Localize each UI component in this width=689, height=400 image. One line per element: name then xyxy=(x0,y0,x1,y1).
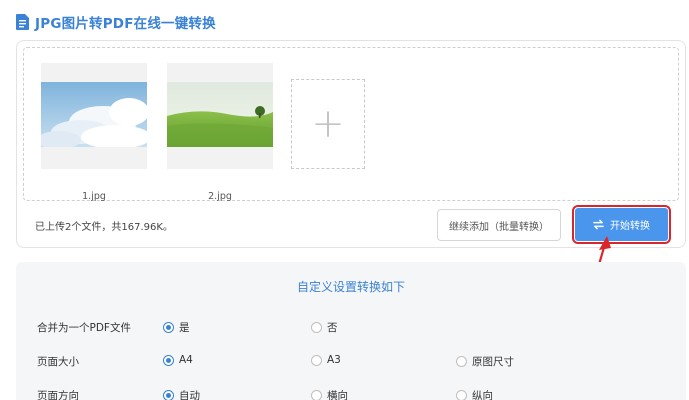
radio-selected-icon xyxy=(163,390,174,400)
setting-label: 页面方向 xyxy=(37,390,79,400)
radio-selected-icon xyxy=(163,322,174,333)
radio-option[interactable]: 纵向 xyxy=(456,388,493,400)
file-thumbnail[interactable]: 1.jpg xyxy=(41,63,147,202)
radio-icon xyxy=(311,390,322,400)
option-label: 横向 xyxy=(327,390,348,400)
continue-add-button[interactable]: 继续添加（批量转换） xyxy=(437,209,561,241)
upload-panel: 1.jpg 2.jpg + 已上传2个文件，共167.96K。 继续添加（批量转… xyxy=(16,40,686,248)
option-label: 纵向 xyxy=(472,390,493,400)
drop-zone[interactable]: 1.jpg 2.jpg + xyxy=(23,47,679,202)
radio-option[interactable]: A4 xyxy=(163,354,193,366)
file-name: 1.jpg xyxy=(82,191,106,202)
start-convert-label: 开始转换 xyxy=(610,221,650,232)
radio-option[interactable]: 自动 xyxy=(163,388,200,400)
plus-icon: + xyxy=(311,101,345,147)
option-label: 否 xyxy=(327,322,338,334)
option-label: A3 xyxy=(327,354,341,366)
page-title: JPG图片转PDF在线一键转换 xyxy=(35,16,216,32)
continue-add-label: 继续添加（批量转换） xyxy=(449,221,549,233)
radio-selected-icon xyxy=(163,354,174,366)
radio-icon xyxy=(456,390,467,400)
setting-row-merge: 合并为一个PDF文件 是 否 xyxy=(16,318,686,338)
setting-row-orientation: 页面方向 自动 横向 纵向 xyxy=(16,386,686,400)
start-convert-button[interactable]: 开始转换 xyxy=(572,205,671,244)
settings-title: 自定义设置转换如下 xyxy=(296,280,405,294)
radio-option[interactable]: 否 xyxy=(311,320,338,335)
thumbnail-frame xyxy=(167,63,273,169)
file-thumbnail[interactable]: 2.jpg xyxy=(167,63,273,202)
upload-status: 已上传2个文件，共167.96K。 xyxy=(35,222,173,233)
option-label: 是 xyxy=(179,322,190,334)
radio-option[interactable]: 横向 xyxy=(311,388,348,400)
sky-clouds-image xyxy=(41,82,147,147)
option-label: 原图尺寸 xyxy=(472,356,514,368)
add-file-button[interactable]: + xyxy=(291,79,365,169)
setting-label: 合并为一个PDF文件 xyxy=(37,322,131,334)
radio-option[interactable]: 原图尺寸 xyxy=(456,354,514,369)
option-label: A4 xyxy=(179,354,193,366)
file-name: 2.jpg xyxy=(208,191,232,202)
radio-option[interactable]: A3 xyxy=(311,354,341,366)
radio-option[interactable]: 是 xyxy=(163,320,190,335)
radio-icon xyxy=(311,322,322,333)
setting-row-page-size: 页面大小 A4 A3 原图尺寸 xyxy=(16,352,686,372)
page-header: JPG图片转PDF在线一键转换 xyxy=(16,12,216,32)
document-icon xyxy=(16,14,29,30)
setting-label: 页面大小 xyxy=(37,356,79,368)
swap-arrows-icon xyxy=(593,219,604,230)
radio-icon xyxy=(456,356,467,367)
thumbnail-frame xyxy=(41,63,147,169)
radio-icon xyxy=(311,354,322,366)
settings-panel: 自定义设置转换如下 合并为一个PDF文件 是 否 页面大小 A4 A3 原图尺寸… xyxy=(16,262,686,400)
green-field-image xyxy=(167,82,273,147)
option-label: 自动 xyxy=(179,390,200,400)
